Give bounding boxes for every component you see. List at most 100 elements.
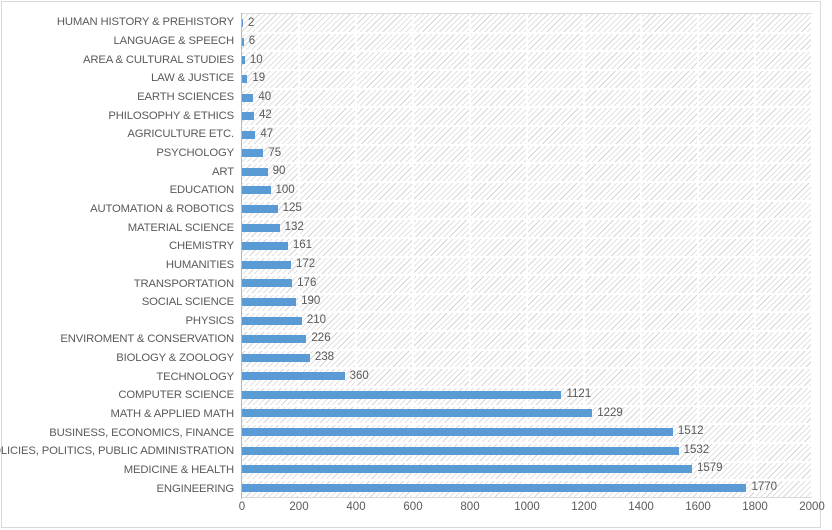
bar-row: 226 — [242, 330, 811, 349]
value-axis-tick-label: 600 — [403, 501, 423, 513]
category-label: CHEMISTRY — [169, 240, 234, 253]
bar-row: 47 — [242, 125, 811, 144]
bar-row: 125 — [242, 200, 811, 219]
value-axis-line — [241, 13, 242, 499]
bar-row: 19 — [242, 70, 811, 89]
bar-row: 10 — [242, 51, 811, 70]
bar-value-label: 1579 — [697, 462, 723, 475]
bar-value-label: 10 — [249, 53, 263, 66]
value-axis-tick-label: 2000 — [799, 501, 825, 513]
bar — [242, 75, 248, 84]
bar — [242, 112, 254, 121]
category-label: AREA & CULTURAL STUDIES — [83, 53, 234, 66]
bar — [242, 19, 243, 28]
bar — [242, 428, 673, 436]
bar-value-label: 1532 — [683, 443, 710, 456]
category-label: POLICIES, POLITICS, PUBLIC ADMINISTRATIO… — [0, 445, 234, 458]
category-label: BIOLOGY & ZOOLOGY — [116, 352, 234, 365]
bar — [242, 279, 293, 288]
bar — [242, 446, 679, 455]
category-label: LANGUAGE & SPEECH — [113, 34, 235, 47]
bar-row: 132 — [242, 218, 811, 237]
category-label: PHYSICS — [185, 314, 234, 327]
category-label: MATH & APPLIED MATH — [110, 408, 234, 421]
bar — [242, 390, 562, 399]
bar — [242, 130, 256, 139]
bar — [242, 56, 245, 65]
bar — [242, 186, 271, 195]
category-label: HUMAN HISTORY & PREHISTORY — [56, 16, 234, 29]
bar-value-label: 1121 — [566, 388, 592, 401]
category-axis: HUMAN HISTORY & PREHISTORY LANGUAGE & SPE… — [0, 13, 240, 498]
value-axis-tick-label: 0 — [238, 501, 246, 513]
bar — [242, 223, 280, 232]
bar-value-label: 226 — [311, 332, 331, 345]
bar-row: 360 — [242, 367, 811, 386]
category-label: COMPUTER SCIENCE — [118, 389, 234, 402]
bar-row: 1579 — [242, 460, 811, 479]
value-axis-tick-label: 400 — [346, 501, 366, 513]
chart-container: HUMAN HISTORY & PREHISTORY LANGUAGE & SPE… — [0, 1, 825, 528]
bar — [242, 353, 310, 362]
bar — [242, 93, 254, 102]
bar-row: 1121 — [242, 386, 811, 405]
bar-row: 1512 — [242, 423, 811, 442]
bar-value-label: 210 — [306, 313, 327, 326]
bar-row: 100 — [242, 181, 811, 200]
bar — [242, 37, 244, 46]
plot-area: 2 6 10 19 40 42 47 75 90 100 125 132 161 172 176 190 210… — [242, 13, 813, 498]
category-label: PHILOSOPHY & ETHICS — [108, 109, 234, 122]
category-label: AUTOMATION & ROBOTICS — [90, 202, 234, 215]
bar-value-label: 1512 — [677, 425, 704, 438]
bar — [242, 409, 593, 418]
bar-row: 172 — [242, 256, 811, 275]
bar — [242, 167, 268, 176]
category-label: ENVIROMENT & CONSERVATION — [60, 333, 234, 346]
category-label: EARTH SCIENCES — [137, 90, 234, 103]
bar-row: 90 — [242, 163, 811, 182]
vertical-gridline — [811, 14, 813, 497]
bar-value-label: 1229 — [597, 406, 623, 419]
bar-row: 238 — [242, 348, 811, 367]
bar-row: 6 — [242, 33, 811, 52]
bar-value-label: 100 — [275, 183, 295, 196]
category-label: ENGINEERING — [156, 482, 235, 495]
category-label: PSYCHOLOGY — [156, 146, 234, 159]
bar — [242, 316, 302, 325]
category-label: TECHNOLOGY — [156, 370, 234, 383]
value-axis-tick-label: 200 — [289, 501, 309, 513]
category-label: MATERIAL SCIENCE — [127, 221, 234, 234]
bar-row: 1770 — [242, 478, 811, 497]
bar — [242, 297, 297, 306]
bar — [242, 335, 307, 344]
bar-value-label: 360 — [349, 369, 369, 382]
bar-row: 2 — [242, 14, 811, 33]
bar-value-label: 161 — [292, 239, 313, 252]
bar-value-label: 2 — [248, 16, 255, 29]
bar — [242, 149, 264, 158]
bar — [242, 465, 692, 474]
bar-value-label: 176 — [297, 276, 317, 289]
bar-value-label: 1770 — [751, 480, 778, 493]
bar-value-label: 132 — [284, 220, 304, 233]
category-label: MEDICINE & HEALTH — [123, 464, 234, 477]
bar-row: 1229 — [242, 404, 811, 423]
bar-series: 2 6 10 19 40 42 47 75 90 100 125 132 161 172 176 190 210… — [242, 14, 811, 497]
bar — [242, 205, 278, 214]
category-label: SOCIAL SCIENCE — [141, 296, 234, 309]
bar-value-label: 6 — [248, 35, 256, 48]
bar-row: 42 — [242, 107, 811, 126]
bar-value-label: 190 — [301, 295, 321, 308]
category-label: ART — [212, 165, 234, 178]
bar-value-label: 47 — [260, 128, 274, 140]
bar-row: 210 — [242, 311, 811, 330]
bar-row: 176 — [242, 274, 811, 293]
bar — [242, 483, 747, 492]
bar — [242, 242, 288, 251]
bar — [242, 260, 292, 269]
bar-value-label: 19 — [252, 72, 266, 85]
bar-value-label: 125 — [282, 202, 302, 215]
bar — [242, 372, 345, 381]
bar-value-label: 75 — [268, 146, 282, 159]
bar-row: 161 — [242, 237, 811, 256]
